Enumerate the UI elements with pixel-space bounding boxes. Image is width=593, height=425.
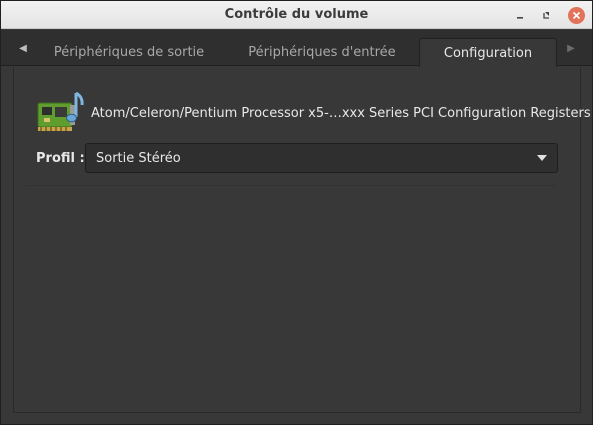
audio-card-icon bbox=[37, 91, 84, 131]
configuration-panel: Atom/Celeron/Pentium Processor x5-…xxx S… bbox=[13, 67, 591, 413]
tab-configuration[interactable]: Configuration bbox=[419, 38, 557, 67]
profile-value: Sortie Stéréo bbox=[96, 150, 181, 166]
minimize-button[interactable] bbox=[511, 6, 529, 24]
tab-output-devices[interactable]: Périphériques de sortie bbox=[41, 38, 217, 66]
close-circle bbox=[567, 6, 585, 24]
chevron-down-icon bbox=[537, 155, 547, 161]
separator bbox=[25, 185, 557, 186]
triangle-right-icon: ▶ bbox=[567, 42, 575, 54]
triangle-left-icon: ◀ bbox=[19, 42, 27, 54]
device-name: Atom/Celeron/Pentium Processor x5-…xxx S… bbox=[91, 105, 591, 121]
profile-select[interactable]: Sortie Stéréo bbox=[85, 143, 558, 173]
tab-input-devices[interactable]: Périphériques d'entrée bbox=[231, 38, 413, 66]
minimize-icon bbox=[517, 17, 523, 19]
close-button[interactable] bbox=[567, 6, 585, 24]
tab-bar: ◀ Périphériques de sortie Périphériques … bbox=[1, 30, 592, 67]
tab-scroll-left-button[interactable]: ◀ bbox=[13, 30, 33, 66]
titlebar[interactable]: Contrôle du volume bbox=[1, 1, 592, 29]
maximize-button[interactable] bbox=[538, 6, 556, 24]
volume-control-window: Contrôle du volume ◀ Périphériques de so… bbox=[0, 0, 593, 425]
device-card: Atom/Celeron/Pentium Processor x5-…xxx S… bbox=[36, 89, 591, 137]
maximize-icon bbox=[543, 12, 549, 19]
profile-label: Profil : bbox=[36, 151, 85, 166]
window-title: Contrôle du volume bbox=[224, 7, 369, 22]
tab-scroll-right-button[interactable]: ▶ bbox=[561, 30, 581, 66]
close-icon bbox=[572, 11, 580, 19]
